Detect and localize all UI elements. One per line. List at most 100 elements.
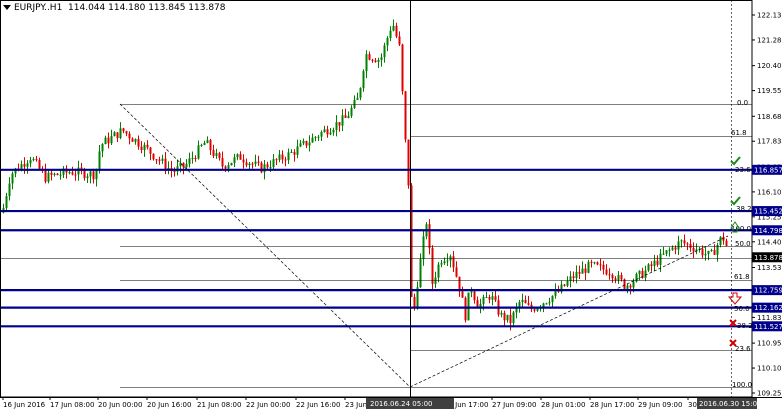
price-tick-label: 116.105 (757, 188, 782, 196)
candle-body (452, 256, 455, 268)
candle-body (395, 25, 398, 37)
candle-body (140, 146, 143, 150)
candle-body (578, 271, 581, 274)
candle-body (644, 270, 647, 278)
candle-body (659, 253, 662, 265)
candle-body (620, 275, 623, 280)
candle-body (338, 122, 341, 126)
candle-body (587, 261, 590, 273)
candle-body (473, 291, 476, 301)
candle-body (146, 144, 149, 148)
chart-frame (0, 0, 753, 398)
candle-body (521, 299, 524, 303)
time-tick-label: 21 Jun 08:00 (197, 401, 241, 409)
price-tick-label: 110.105 (757, 365, 782, 373)
candle-body (647, 264, 650, 271)
candle-body (374, 60, 377, 62)
time-tick-label: 28 Jun 01:00 (541, 401, 585, 409)
candle-body (389, 30, 392, 39)
price-tags-layer: 116.857 115.452 114.798 113.878 112.759 112.1… (366, 164, 782, 409)
price-tick-label: 109.255 (757, 390, 782, 398)
time-tick-label: 17 Jun 08:00 (50, 401, 94, 409)
candle-body (272, 159, 275, 168)
candle-body (308, 142, 311, 146)
price-tag-label: 116.857 (754, 166, 782, 174)
candle-body (107, 137, 110, 144)
candle-body (662, 253, 665, 255)
fib-level-label: 61.8 (731, 129, 747, 137)
candle-body (629, 285, 632, 288)
green-checkmark-icon (730, 196, 741, 206)
candle-body (224, 166, 227, 169)
time-tick-label: 22 Jun 00:00 (246, 401, 290, 409)
candle-body (89, 171, 92, 177)
candle-body (470, 291, 473, 293)
candle-body (122, 128, 125, 132)
icons-layer (727, 156, 743, 347)
fib-level-label: 23.6 (735, 166, 751, 174)
candle-body (341, 115, 344, 126)
candle-body (692, 247, 695, 252)
candle-body (632, 281, 635, 288)
candle-body (626, 285, 629, 289)
candle-body (383, 45, 386, 58)
candle-body (377, 60, 380, 62)
candle-body (38, 160, 41, 169)
fib-level-label: 23.6 (735, 345, 751, 353)
candle-body (29, 159, 32, 164)
candle-body (512, 312, 515, 324)
candle-body (455, 267, 458, 277)
candle-body (428, 224, 431, 249)
price-tick-label: 114.405 (757, 238, 782, 246)
price-tick-label: 121.280 (757, 36, 782, 44)
price-tick-label: 117.830 (757, 138, 782, 146)
candle-body (173, 171, 176, 173)
time-tick-label: 27 Jun 09:00 (492, 401, 536, 409)
candle-body (464, 297, 467, 321)
candle-body (680, 240, 683, 242)
candle-body (152, 153, 155, 160)
candle-body (113, 132, 116, 137)
candle-body (23, 164, 26, 167)
candle-body (53, 173, 56, 175)
candle-body (209, 140, 212, 151)
candle-body (290, 152, 293, 154)
candle-body (404, 91, 407, 140)
candle-body (488, 297, 491, 300)
candle-body (677, 241, 680, 250)
candle-body (440, 263, 443, 265)
candle-body (704, 254, 707, 256)
price-chart[interactable]: 122.130 121.280 120.405 119.555 118.680 117.8… (0, 0, 782, 411)
candle-body (8, 183, 11, 197)
candle-body (212, 150, 215, 156)
candle-body (575, 271, 578, 279)
candle-body (239, 154, 242, 160)
candle-body (683, 240, 686, 244)
candle-body (77, 167, 80, 175)
candle-body (638, 270, 641, 275)
candle-body (443, 261, 446, 264)
chart-window[interactable]: EURJPY..H1 114.044 114.180 113.845 113.8… (0, 0, 782, 411)
price-tick-label: 111.830 (757, 314, 782, 322)
candle-body (221, 158, 224, 167)
candle-body (218, 153, 221, 159)
candle-body (332, 129, 335, 133)
price-tick-label: 110.955 (757, 340, 782, 348)
candle-body (701, 248, 704, 256)
price-tag-label: 114.798 (754, 227, 782, 235)
candle-body (617, 275, 620, 281)
candle-body (371, 59, 374, 61)
candle-body (191, 157, 194, 159)
candles-layer (2, 19, 728, 331)
candle-body (125, 131, 128, 134)
candle-body (197, 145, 200, 159)
candle-body (266, 164, 269, 168)
candle-body (614, 278, 617, 281)
candle-body (590, 261, 593, 263)
candle-body (287, 152, 290, 161)
candle-body (320, 132, 323, 137)
candle-body (407, 139, 410, 186)
candle-body (518, 302, 521, 307)
candle-body (311, 137, 314, 143)
candle-body (137, 139, 140, 147)
